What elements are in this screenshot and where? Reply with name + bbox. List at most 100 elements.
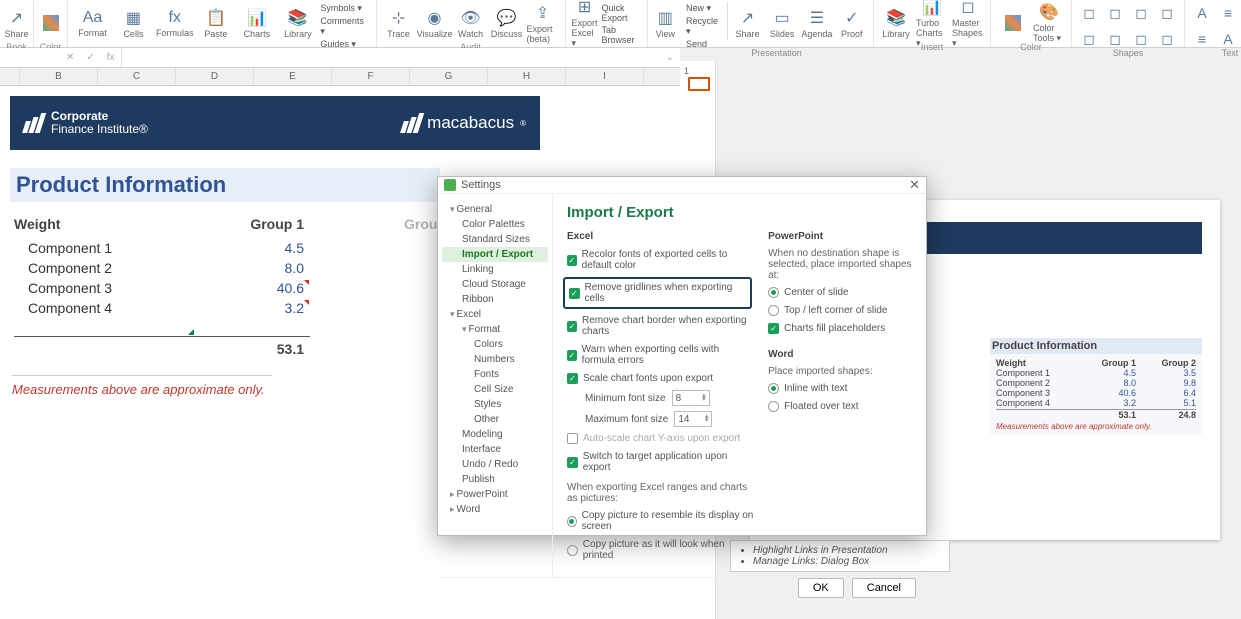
cancel-icon[interactable]: ✕ [60,52,80,63]
text-icon[interactable]: ≡ [1217,2,1239,24]
turbo-charts-button[interactable]: 📊Turbo Charts ▾ [916,2,948,44]
tree-item[interactable]: Styles [442,397,548,412]
settings-tree[interactable]: ▾General Color Palettes Standard Sizes I… [438,194,553,577]
dialog-titlebar[interactable]: Settings ✕ [438,177,926,194]
tree-item[interactable]: Undo / Redo [442,457,548,472]
master-shapes-button[interactable]: ◻Master Shapes ▾ [952,2,984,44]
shape-icon[interactable]: ◻ [1078,28,1100,50]
ppt-share-button[interactable]: ↗Share [732,2,763,44]
send-menu[interactable]: Send [686,38,723,50]
shape-icon[interactable]: ◻ [1156,2,1178,24]
checkbox-option-highlighted[interactable]: ✓Remove gridlines when exporting cells [563,277,752,309]
paste-button[interactable]: 📋Paste [197,2,234,44]
charts-button[interactable]: 📊Charts [238,2,275,44]
ok-button[interactable]: OK [798,578,844,598]
text-icon[interactable]: A [1217,28,1239,50]
panel-heading: Import / Export [567,204,912,221]
radio-option[interactable]: Inline with text [768,382,912,395]
settings-panel: Import / Export Excel ✓Recolor fonts of … [553,194,926,577]
ppt-library-button[interactable]: 📚Library [880,2,912,44]
shape-icon[interactable]: ◻ [1104,28,1126,50]
tree-item[interactable]: Standard Sizes [442,232,548,247]
proof-button[interactable]: ✓Proof [836,2,867,44]
dialog-footer: OK Cancel [438,577,926,598]
color-button[interactable] [35,2,67,44]
close-icon[interactable]: ✕ [909,177,920,193]
page-title: Product Information [10,168,440,202]
new-menu[interactable]: New ▾ [686,2,723,15]
radio-option[interactable]: Copy picture as it will look when printe… [567,538,754,562]
agenda-button[interactable]: ☰Agenda [801,2,832,44]
radio-option[interactable]: Top / left corner of slide [768,304,912,317]
number-input[interactable]: Minimum font size8▴▾ [567,390,754,406]
tree-item[interactable]: Other [442,412,548,427]
shape-icon[interactable]: ◻ [1130,2,1152,24]
comment-indicator-icon[interactable] [304,280,309,285]
export-beta-button[interactable]: ⇪Export (beta) [527,2,559,44]
color-tools-button[interactable]: 🎨Color Tools ▾ [1033,2,1065,44]
tree-item[interactable]: Color Palettes [442,217,548,232]
tree-item[interactable]: Linking [442,262,548,277]
shape-icon[interactable]: ◻ [1156,28,1178,50]
tree-item[interactable]: Colors [442,337,548,352]
radio-option[interactable]: Floated over text [768,400,912,413]
checkbox-option[interactable]: ✓Switch to target application upon expor… [567,450,754,474]
tree-item[interactable]: Ribbon [442,292,548,307]
tree-item[interactable]: Fonts [442,367,548,382]
export-excel-button[interactable]: ⊞Export Excel ▾ [572,2,598,44]
shape-icon[interactable]: ◻ [1104,2,1126,24]
column-headers[interactable]: BCDEFGHIJK [0,68,680,86]
dialog-title: Settings [461,179,501,191]
enter-icon[interactable]: ✓ [80,52,100,63]
recycle-menu[interactable]: Recycle ▾ [686,15,723,38]
text-icon[interactable]: A [1191,2,1213,24]
radio-option[interactable]: Copy picture to resemble its display on … [567,509,754,533]
number-input[interactable]: Maximum font size14▴▾ [567,411,754,427]
checkbox-option[interactable]: Auto-scale chart Y-axis upon export [567,432,754,445]
view-button[interactable]: ▥View [654,2,678,44]
checkbox-option[interactable]: ✓Warn when exporting cells with formula … [567,343,754,367]
checkbox-option[interactable]: ✓Remove chart border when exporting char… [567,314,754,338]
tab-browser-menu[interactable]: Tab Browser [602,24,641,46]
tree-item[interactable]: Cell Size [442,382,548,397]
settings-dialog: Settings ✕ ▾General Color Palettes Stand… [437,176,927,536]
slide-table[interactable]: Product Information WeightGroup 1Group 2… [990,338,1202,435]
checkbox-option[interactable]: ✓Scale chart fonts upon export [567,372,754,385]
checkbox-option[interactable]: ✓Charts fill placeholders [768,322,912,335]
cfi-logo-icon [24,113,43,133]
tree-item-selected[interactable]: Import / Export [442,247,548,262]
watch-button[interactable]: 👁Watch [455,2,487,44]
tree-item[interactable]: Interface [442,442,548,457]
library-button[interactable]: 📚Library [279,2,316,44]
shape-icon[interactable]: ◻ [1130,28,1152,50]
format-button[interactable]: AaFormat [74,2,111,44]
cancel-button[interactable]: Cancel [852,578,916,598]
comment-indicator-icon[interactable] [304,300,309,305]
discuss-button[interactable]: 💬Discuss [491,2,523,44]
symbols-menu[interactable]: Symbols ▾ [320,2,369,15]
quick-export-menu[interactable]: Quick Export [602,2,641,24]
error-indicator-icon[interactable] [188,329,194,335]
slide-thumbnail[interactable] [688,77,710,91]
ppt-color-button[interactable] [997,2,1029,44]
excel-ribbon: ↗ShareBook Color AaFormat ▦Cells fxFormu… [0,0,680,48]
tree-item[interactable]: Numbers [442,352,548,367]
comments-menu[interactable]: Comments ▾ [320,15,369,38]
formula-bar: ✕ ✓ fx ⌄ [0,48,680,68]
cells-button[interactable]: ▦Cells [115,2,152,44]
trace-button[interactable]: ⊹Trace [383,2,415,44]
visualize-button[interactable]: ◉Visualize [419,2,451,44]
fx-icon[interactable]: fx [101,52,121,63]
tree-item[interactable]: Modeling [442,427,548,442]
radio-option[interactable]: Center of slide [768,286,912,299]
slides-button[interactable]: ▭Slides [767,2,798,44]
formula-input[interactable] [121,48,660,67]
tree-item[interactable]: Publish [442,472,548,487]
text-icon[interactable]: ≡ [1191,28,1213,50]
expand-icon[interactable]: ⌄ [660,52,680,63]
checkbox-option[interactable]: ✓Recolor fonts of exported cells to defa… [567,248,754,272]
formulas-button[interactable]: fxFormulas [156,2,194,44]
tree-item[interactable]: Cloud Storage [442,277,548,292]
share-button[interactable]: ↗Share [1,2,33,44]
shape-icon[interactable]: ◻ [1078,2,1100,24]
